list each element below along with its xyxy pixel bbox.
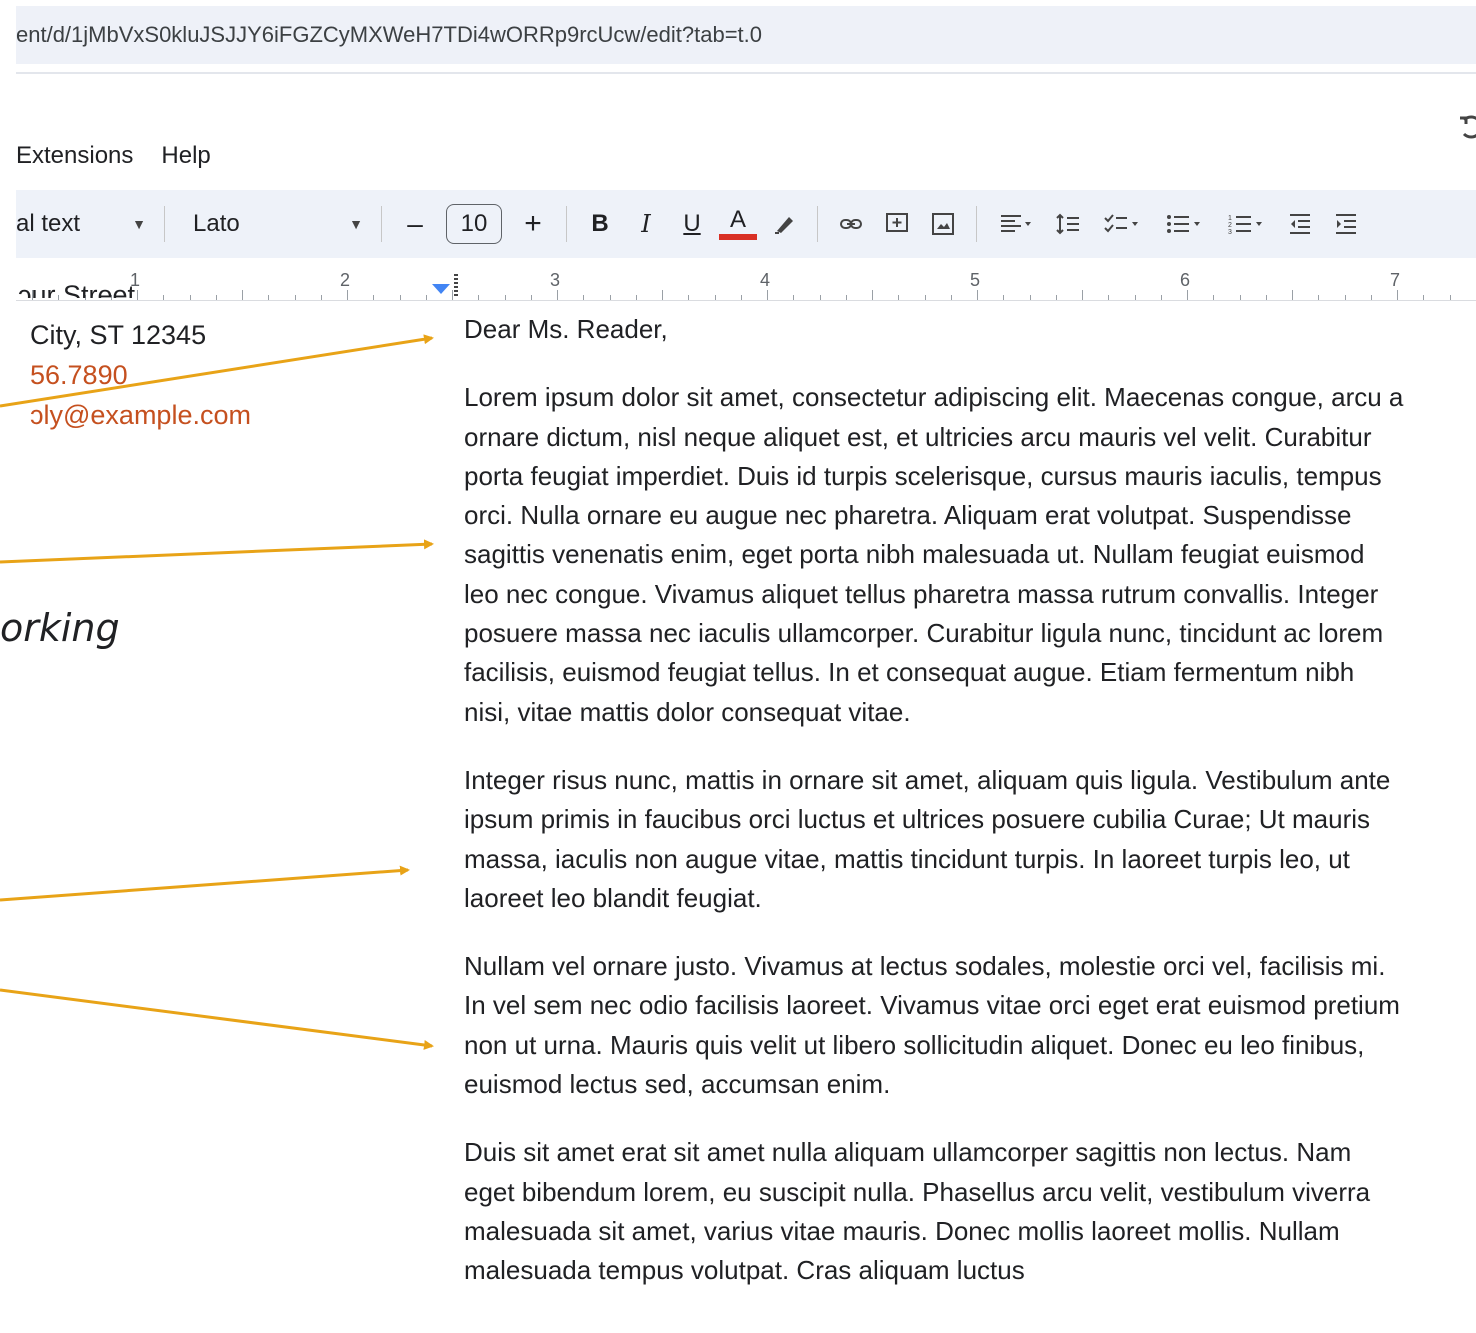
svg-text:3: 3 [1228,229,1232,236]
ruler-tick [977,290,978,300]
add-comment-icon[interactable] [874,200,920,248]
text-color-button[interactable]: A [715,200,761,248]
ruler-tick [950,295,952,300]
ruler-tick [1187,290,1188,300]
menu-extensions[interactable]: Extensions [16,142,133,170]
address-line-street: ɔur Street [18,280,136,298]
ruler-tick [898,295,900,300]
address-bar[interactable]: ent/d/1jMbVxS0kluJSJJY6iFGZCyMXWeH7TDi4w… [16,6,1476,64]
font-size-input[interactable]: 10 [446,204,502,244]
ruler-tick [845,295,847,300]
font-value: Lato [193,210,240,237]
font-select[interactable]: Lato ▼ [175,200,371,248]
ruler-tick [1423,295,1425,300]
ruler-tick [1397,290,1398,300]
ruler-tick [767,290,768,300]
ruler-tick [504,295,506,300]
document-body[interactable]: Dear Ms. Reader, Lorem ipsum dolor sit a… [464,310,1404,1320]
ruler-tick [1055,295,1057,300]
ruler-tick [793,295,795,300]
ruler-tick [1003,295,1005,300]
toolbar-divider [381,206,382,242]
ruler-tick [1318,295,1320,300]
decrease-indent-icon[interactable] [1277,200,1323,248]
paragraph-style-value: al text [16,210,81,237]
sender-address-block: ɔur Street City, ST 12345 56.7890 ɔly@ex… [0,280,440,1333]
align-left-icon[interactable] [987,200,1045,248]
ruler-number: 6 [1180,270,1191,290]
underline-button[interactable]: U [669,200,715,248]
menu-help[interactable]: Help [161,142,210,170]
chevron-down-icon: ▼ [132,216,146,232]
text-color-swatch [719,233,757,240]
ruler-tick [1239,295,1241,300]
ruler-tick [557,290,558,300]
url-text: ent/d/1jMbVxS0kluJSJJY6iFGZCyMXWeH7TDi4w… [16,22,763,47]
italic-text-fragment: orking [0,606,120,650]
ruler-tick [478,295,480,300]
ruler-number: 3 [550,270,561,290]
indent-handle[interactable] [454,274,458,296]
toolbar-divider [566,206,567,242]
ruler-tick [1029,295,1031,300]
text-color-letter: A [729,205,746,233]
ruler-tick [819,295,821,300]
insert-image-icon[interactable] [920,200,966,248]
ruler-tick [872,290,873,300]
toolbar-divider [976,206,977,242]
ruler-tick [714,295,716,300]
ruler-number: 4 [760,270,771,290]
ruler-tick [452,290,453,300]
ruler-tick [609,295,611,300]
increase-indent-icon[interactable] [1323,200,1369,248]
body-paragraph: Lorem ipsum dolor sit amet, consectetur … [464,382,1404,727]
ruler-tick [1082,290,1083,300]
ruler-number: 5 [970,270,981,290]
increase-font-size-button[interactable]: + [510,200,556,248]
ruler-tick [1292,290,1293,300]
address-line-phone: 56.7890 [30,360,128,390]
ruler-tick [1134,295,1136,300]
decrease-font-size-button[interactable]: – [392,200,438,248]
body-paragraph: Integer risus nunc, mattis in ornare sit… [464,764,1391,913]
link-icon[interactable] [828,200,874,248]
menu-bar: Extensions Help [16,136,211,176]
svg-text:2: 2 [1228,222,1232,229]
divider [16,72,1476,74]
chevron-down-icon: ▼ [349,216,363,232]
ruler-tick [1370,295,1372,300]
salutation: Dear Ms. Reader, [464,314,668,344]
body-paragraph: Duis sit amet erat sit amet nulla aliqua… [464,1137,1371,1286]
ruler-tick [583,295,585,300]
history-icon[interactable] [1458,112,1476,142]
ruler-tick [688,295,690,300]
ruler-tick [635,295,637,300]
address-line-city: City, ST 12345 [30,320,207,350]
toolbar-divider [164,206,165,242]
address-line-email: ɔly@example.com [30,400,251,430]
ruler-tick [530,295,532,300]
checklist-icon[interactable] [1091,200,1153,248]
ruler-number: 7 [1390,270,1401,290]
numbered-list-icon[interactable]: 123 [1215,200,1277,248]
bulleted-list-icon[interactable] [1153,200,1215,248]
highlight-pen-icon[interactable] [761,200,807,248]
toolbar-divider [817,206,818,242]
ruler-tick [662,290,663,300]
body-paragraph: Nullam vel ornare justo. Vivamus at lect… [464,951,1400,1100]
ruler-tick [1108,295,1110,300]
ruler-tick [1213,295,1215,300]
ruler-tick [740,295,742,300]
line-spacing-icon[interactable] [1045,200,1091,248]
svg-text:1: 1 [1228,215,1232,222]
ruler-tick [924,295,926,300]
ruler-tick [1344,295,1346,300]
ruler-tick [1265,295,1267,300]
paragraph-style-select[interactable]: al text ▼ [16,200,154,248]
italic-button[interactable]: I [623,200,669,248]
ruler-tick [1449,295,1451,300]
formatting-toolbar: al text ▼ Lato ▼ – 10 + B I U A 123 [16,190,1476,258]
ruler-tick [1160,295,1162,300]
bold-button[interactable]: B [577,200,623,248]
